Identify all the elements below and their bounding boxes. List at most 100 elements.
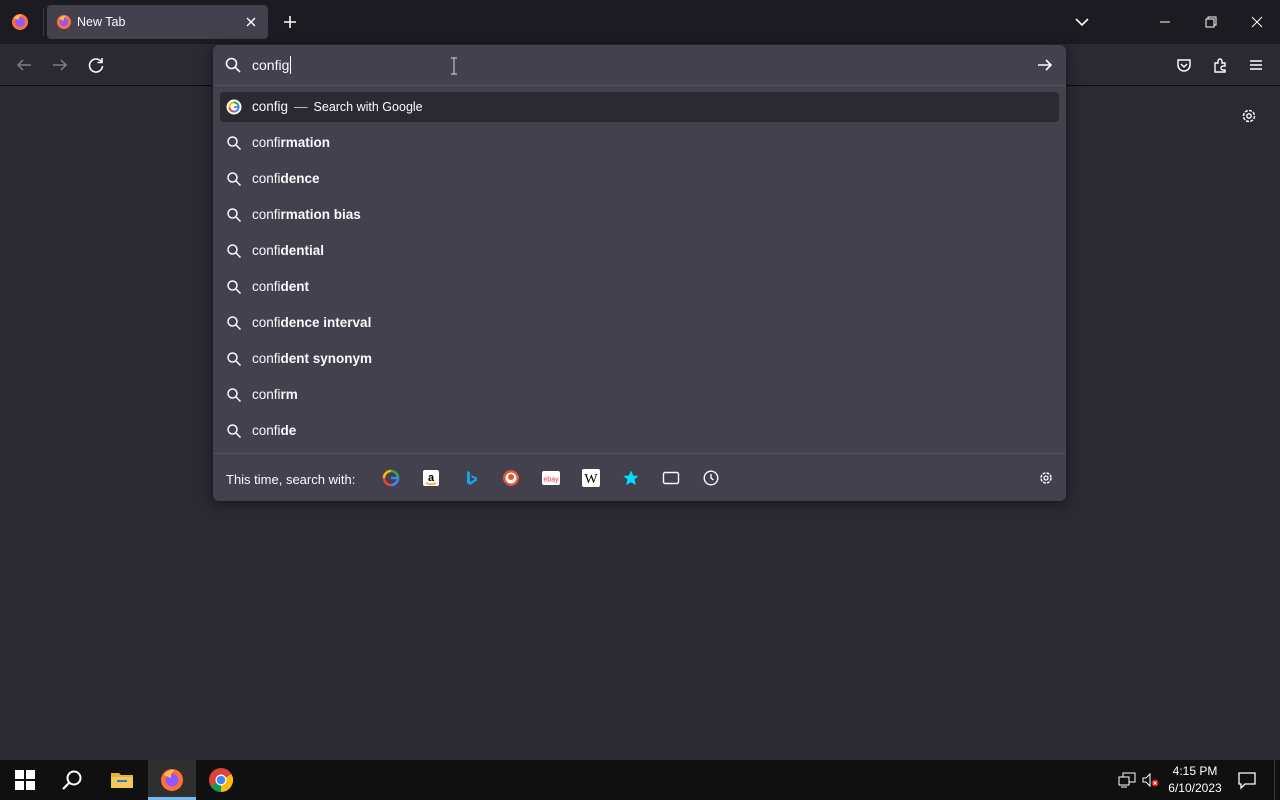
search-icon — [224, 56, 242, 74]
suggestion-text: confirmation bias — [252, 207, 361, 222]
suggestion-completion: rmation — [280, 135, 331, 150]
clock-time[interactable]: 4:15 PM — [1166, 764, 1224, 778]
extensions-icon[interactable] — [1208, 53, 1232, 77]
suggestion-typed-text: confi — [252, 171, 281, 186]
em-dash: — — [294, 99, 308, 114]
search-icon — [226, 279, 242, 295]
suggestion-action: Search with Google — [313, 100, 423, 114]
show-desktop-button[interactable] — [1274, 760, 1275, 800]
suggestion-row[interactable]: confirmation — [220, 128, 1059, 158]
suggestion-text: config — Search with Google — [252, 99, 423, 114]
bing-icon[interactable] — [462, 469, 480, 487]
hamburger-menu-icon[interactable] — [1244, 53, 1268, 77]
ebay-icon[interactable]: ebay — [542, 469, 560, 487]
suggestion-text: confidential — [252, 243, 324, 258]
forward-arrow-icon[interactable] — [48, 53, 72, 77]
suggestion-completion: de — [280, 423, 297, 438]
search-icon[interactable] — [60, 768, 84, 792]
tabs-icon[interactable] — [662, 469, 680, 487]
chrome-icon[interactable] — [208, 767, 234, 793]
suggestion-row[interactable]: confirmation bias — [220, 200, 1059, 230]
back-arrow-icon[interactable] — [12, 53, 36, 77]
suggestion-typed-text: config — [252, 99, 289, 114]
divider — [213, 85, 1066, 86]
ibeam-cursor-icon — [449, 57, 459, 75]
history-clock-icon[interactable] — [702, 469, 720, 487]
close-window-icon[interactable] — [1246, 11, 1268, 33]
reload-icon[interactable] — [84, 53, 108, 77]
suggestion-text: confirm — [252, 387, 298, 402]
text-caret — [290, 56, 291, 74]
search-icon — [226, 315, 242, 331]
tab-divider — [43, 8, 44, 36]
chevron-down-icon[interactable] — [1071, 11, 1093, 33]
suggestion-text: confident synonym — [252, 351, 372, 366]
suggestion-completion: dence — [280, 171, 320, 186]
suggestion-row[interactable]: confident synonym — [220, 344, 1059, 374]
suggestion-typed-text: confi — [252, 207, 281, 222]
suggestion-row[interactable]: confidential — [220, 236, 1059, 266]
amazon-icon[interactable]: a — [422, 469, 440, 487]
pocket-icon[interactable] — [1172, 53, 1196, 77]
suggestion-text: confidence interval — [252, 315, 371, 330]
suggestion-typed-text: confi — [252, 351, 281, 366]
google-icon — [226, 99, 242, 115]
tab-new-tab[interactable]: New Tab — [47, 5, 268, 39]
urlbar-dropdown: config config — Search with Google confirma… — [213, 45, 1066, 501]
suggestion-completion: rm — [280, 387, 298, 402]
suggestion-completion: dence interval — [280, 315, 372, 330]
clock-date[interactable]: 6/10/2023 — [1166, 781, 1224, 795]
gear-icon[interactable] — [1237, 104, 1261, 128]
search-icon — [226, 171, 242, 187]
suggestion-text: confirmation — [252, 135, 330, 150]
suggestion-completion: rmation bias — [280, 207, 361, 222]
suggestion-typed-text: confi — [252, 387, 281, 402]
firefox-icon — [56, 14, 72, 30]
new-tab-icon[interactable] — [279, 11, 301, 33]
gear-icon[interactable] — [1036, 468, 1056, 488]
windows-start-icon[interactable] — [15, 770, 35, 790]
suggestion-text: confident — [252, 279, 309, 294]
file-explorer-icon[interactable] — [109, 768, 135, 792]
google-icon[interactable] — [382, 469, 400, 487]
suggestion-row[interactable]: confidence interval — [220, 308, 1059, 338]
suggestion-completion: dent synonym — [280, 351, 373, 366]
suggestion-typed-text: confi — [252, 135, 281, 150]
wikipedia-icon[interactable]: W — [582, 469, 600, 487]
suggestion-typed-text: confi — [252, 315, 281, 330]
suggestion-typed-text: confi — [252, 243, 281, 258]
search-icon — [226, 243, 242, 259]
suggestion-row[interactable]: confide — [220, 416, 1059, 446]
search-icon — [226, 135, 242, 151]
suggestion-row[interactable]: confirm — [220, 380, 1059, 410]
close-tab-icon[interactable] — [243, 14, 259, 30]
search-icon — [226, 207, 242, 223]
restore-icon[interactable] — [1200, 11, 1222, 33]
firefox-view-icon[interactable] — [8, 10, 32, 34]
minimize-icon[interactable] — [1154, 11, 1176, 33]
search-icon — [226, 423, 242, 439]
search-icon — [226, 351, 242, 367]
go-arrow-icon[interactable] — [1033, 54, 1057, 76]
divider — [213, 453, 1066, 454]
svg-text:W: W — [584, 472, 598, 487]
tab-title: New Tab — [77, 15, 126, 29]
windows-taskbar: 4:15 PM 6/10/2023 — [0, 760, 1280, 800]
suggestion-typed-text: confi — [252, 423, 281, 438]
volume-muted-icon[interactable] — [1141, 771, 1161, 789]
network-icon[interactable] — [1117, 771, 1137, 789]
svg-text:a: a — [428, 472, 435, 484]
svg-text:ebay: ebay — [543, 477, 559, 484]
bookmarks-star-icon[interactable] — [622, 469, 640, 487]
suggestion-row[interactable]: confident — [220, 272, 1059, 302]
suggestion-text: confide — [252, 423, 296, 438]
search-icon — [226, 387, 242, 403]
firefox-icon[interactable] — [159, 767, 185, 793]
suggestion-row[interactable]: confidence — [220, 164, 1059, 194]
duckduckgo-icon[interactable] — [502, 469, 520, 487]
url-input[interactable]: config — [252, 57, 289, 73]
one-off-label: This time, search with: — [226, 472, 356, 487]
suggestion-completion: dential — [280, 243, 325, 258]
suggestion-search-engine[interactable]: config — Search with Google — [220, 92, 1059, 122]
notification-center-icon[interactable] — [1237, 770, 1257, 790]
